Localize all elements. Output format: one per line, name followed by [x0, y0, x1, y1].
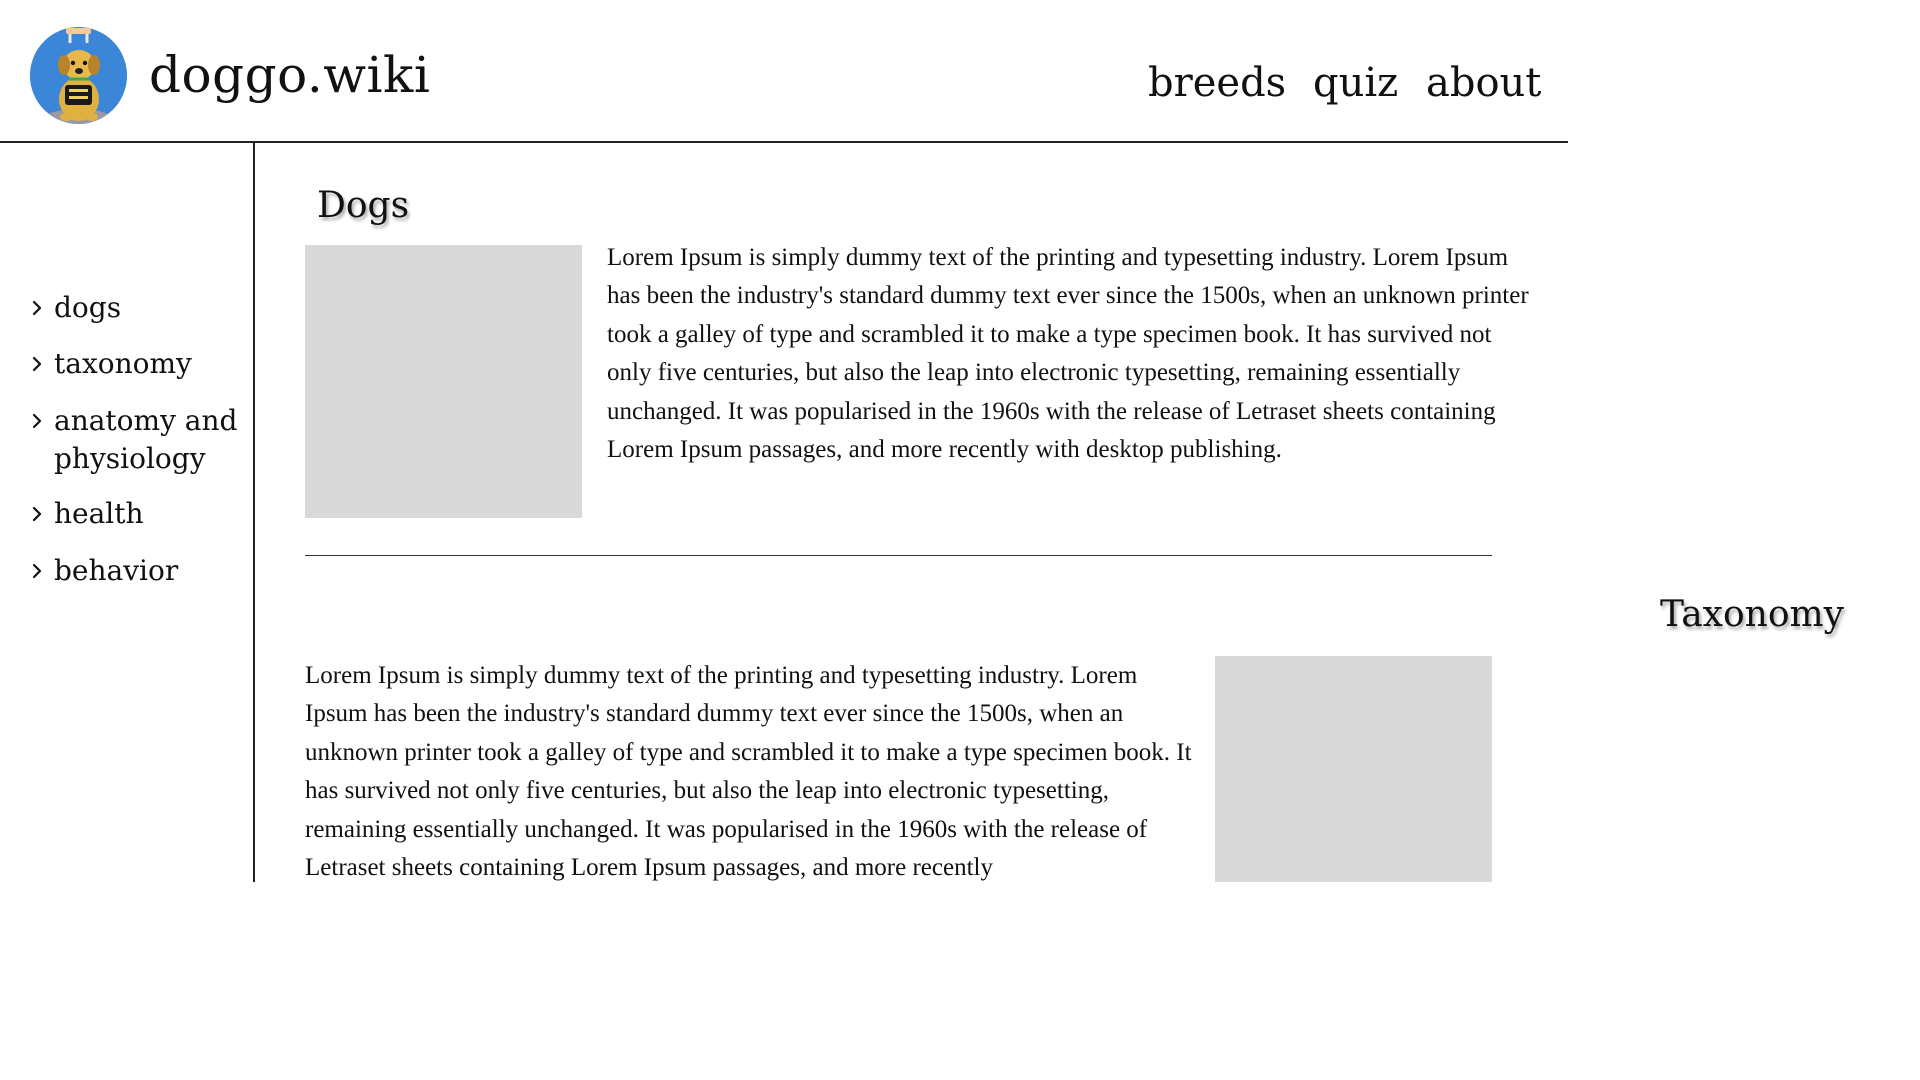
taxonomy-paragraph: Lorem Ipsum is simply dummy text of the …	[305, 662, 1192, 882]
sidebar-item-anatomy-and-physiology[interactable]: anatomy and physiology	[30, 402, 245, 478]
sidebar-item-behavior[interactable]: behavior	[30, 552, 245, 590]
site-title[interactable]: doggo.wiki	[149, 42, 430, 108]
taxonomy-image-placeholder	[1215, 656, 1492, 882]
site-header: doggo.wiki breeds quiz about	[0, 0, 1568, 143]
sidebar-item-label: dogs	[54, 291, 122, 324]
nav-breeds-link[interactable]: breeds	[1148, 56, 1286, 110]
chevron-right-icon	[32, 506, 42, 522]
chevron-right-icon	[32, 356, 42, 372]
section-divider	[305, 555, 1492, 556]
chevron-right-icon	[32, 300, 42, 316]
sidebar-item-dogs[interactable]: dogs	[30, 289, 245, 327]
chevron-right-icon	[32, 563, 42, 579]
nav-about-link[interactable]: about	[1426, 56, 1541, 110]
dogs-paragraph: Lorem Ipsum is simply dummy text of the …	[607, 244, 1529, 464]
section-title-taxonomy: Taxonomy	[1660, 594, 1844, 635]
sidebar-item-label: anatomy and physiology	[54, 404, 238, 475]
section-title-dogs: Dogs	[317, 185, 410, 226]
chevron-right-icon	[32, 413, 42, 429]
dogs-image-placeholder	[305, 245, 582, 518]
sidebar-item-label: health	[54, 497, 144, 530]
sidebar-item-taxonomy[interactable]: taxonomy	[30, 345, 245, 383]
sidebar-item-health[interactable]: health	[30, 495, 245, 533]
sidebar-nav: dogs taxonomy anatomy and physiology hea…	[0, 143, 255, 882]
dog-logo-icon[interactable]	[30, 27, 127, 124]
nav-quiz-link[interactable]: quiz	[1313, 56, 1398, 110]
sidebar-item-label: behavior	[54, 554, 179, 587]
sidebar-item-label: taxonomy	[54, 347, 192, 380]
